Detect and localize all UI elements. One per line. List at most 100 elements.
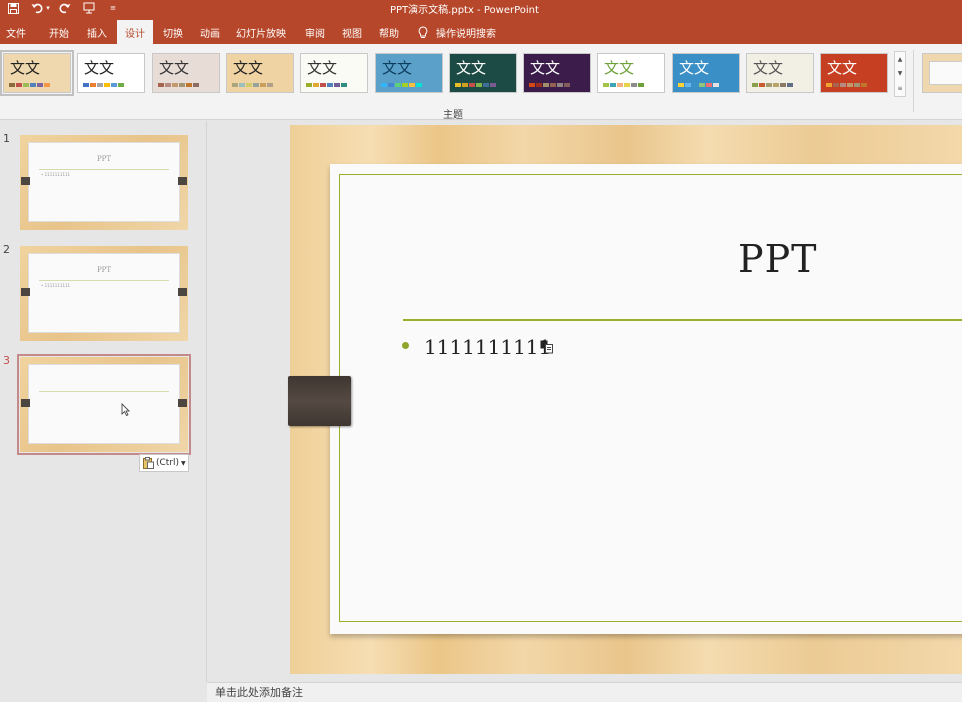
theme-thumbnail-9[interactable]: 文文 (597, 53, 665, 93)
color-swatch (341, 83, 347, 87)
color-swatch (766, 83, 772, 87)
binder-tab (178, 177, 187, 185)
theme-thumbnail-5[interactable]: 文文 (300, 53, 368, 93)
color-swatch (847, 83, 853, 87)
theme-thumbnail-4[interactable]: 文文 (226, 53, 294, 93)
theme-thumbnail-6[interactable]: 文文 (375, 53, 443, 93)
tab-animations[interactable]: 动画 (193, 21, 227, 44)
color-swatch (23, 83, 29, 87)
theme-sample-text: 文文 (307, 59, 338, 77)
color-swatch (193, 83, 199, 87)
theme-thumbnail-1[interactable]: 文文 (0, 50, 74, 96)
slide-thumbnail-1[interactable]: PPT • 1111111111 (20, 135, 188, 230)
theme-thumbnail-12[interactable]: 文文 (820, 53, 888, 93)
theme-sample-text: 文文 (84, 59, 115, 77)
title-bar: ▾ ≡ PPT演示文稿.pptx - PowerPoint (0, 0, 962, 16)
color-swatch (416, 83, 422, 87)
color-swatch (840, 83, 846, 87)
tab-insert[interactable]: 插入 (80, 21, 114, 44)
theme-color-swatches (455, 83, 496, 87)
tell-me-label: 操作说明搜索 (436, 29, 496, 40)
color-swatch (536, 83, 542, 87)
theme-color-swatches (83, 83, 124, 87)
design-ribbon: 文文 文文 文文 文文 文文 文文 文文 文文 文文 文文 文文 文文 ▲ ▼ ≡ 主题 (0, 44, 962, 121)
color-swatch (706, 83, 712, 87)
gallery-more-icon[interactable]: ≡ (897, 85, 902, 92)
theme-thumbnail-2[interactable]: 文文 (77, 53, 145, 93)
color-swatch (260, 83, 266, 87)
tell-me-search[interactable]: 操作说明搜索 (418, 21, 496, 44)
thumbnail-bullet: • 1111111111 (41, 283, 71, 288)
tab-home[interactable]: 开始 (42, 21, 76, 44)
chevron-up-icon[interactable]: ▲ (898, 56, 903, 63)
color-swatch (253, 83, 259, 87)
color-swatch (699, 83, 705, 87)
theme-thumbnail-7[interactable]: 文文 (449, 53, 517, 93)
paste-options-icon[interactable] (540, 340, 554, 354)
themes-group-label: 主题 (443, 110, 463, 121)
variant-thumbnail[interactable] (922, 53, 962, 93)
theme-color-swatches (381, 83, 422, 87)
color-swatch (232, 83, 238, 87)
color-swatch (854, 83, 860, 87)
color-swatch (37, 83, 43, 87)
theme-sample-text: 文文 (679, 59, 710, 77)
theme-sample-text: 文文 (753, 59, 784, 77)
tab-file[interactable]: 文件 (0, 21, 32, 44)
color-swatch (455, 83, 461, 87)
color-swatch (685, 83, 691, 87)
chevron-down-icon[interactable]: ▼ (898, 70, 903, 77)
tab-help[interactable]: 帮助 (372, 21, 406, 44)
color-swatch (773, 83, 779, 87)
color-swatch (30, 83, 36, 87)
slide-canvas[interactable]: PPT 1111111111 (330, 164, 962, 634)
thumbnail-rule (39, 280, 169, 281)
binder-tab (21, 288, 30, 296)
color-swatch (395, 83, 401, 87)
theme-sample-text: 文文 (233, 59, 264, 77)
theme-color-swatches (826, 83, 867, 87)
gallery-scrollbar[interactable]: ▲ ▼ ≡ (894, 51, 906, 97)
theme-sample-text: 文文 (530, 59, 561, 77)
color-swatch (543, 83, 549, 87)
theme-thumbnail-10[interactable]: 文文 (672, 53, 740, 93)
binder-tab (21, 399, 30, 407)
color-swatch (638, 83, 644, 87)
color-swatch (564, 83, 570, 87)
mouse-cursor-icon (121, 403, 130, 416)
color-swatch (550, 83, 556, 87)
slide-bullet-text[interactable]: 1111111111 (424, 335, 551, 359)
color-swatch (388, 83, 394, 87)
slide-thumbnail-3[interactable] (17, 354, 191, 455)
slide-number: 2 (3, 243, 10, 256)
paste-options-button[interactable]: (Ctrl) ▼ (139, 454, 189, 472)
tab-design[interactable]: 设计 (117, 20, 153, 44)
lightbulb-icon (418, 26, 428, 38)
thumbnail-title: PPT (96, 155, 112, 163)
color-swatch (713, 83, 719, 87)
notes-pane[interactable]: 单击此处添加备注 (207, 682, 962, 702)
tab-transitions[interactable]: 切换 (156, 21, 190, 44)
color-swatch (631, 83, 637, 87)
color-swatch (90, 83, 96, 87)
title-divider-line (403, 319, 962, 321)
thumbnail-rule (39, 391, 169, 392)
tab-review[interactable]: 审阅 (298, 21, 332, 44)
chevron-down-icon: ▼ (181, 459, 186, 467)
tab-view[interactable]: 视图 (335, 21, 369, 44)
color-swatch (603, 83, 609, 87)
slide-thumbnail-2[interactable]: PPT • 1111111111 (20, 246, 188, 341)
theme-thumbnail-3[interactable]: 文文 (152, 53, 220, 93)
theme-sample-text: 文文 (159, 59, 190, 77)
slide-title-placeholder[interactable]: PPT (738, 237, 817, 281)
color-swatch (833, 83, 839, 87)
color-swatch (624, 83, 630, 87)
theme-thumbnail-11[interactable]: 文文 (746, 53, 814, 93)
thumbnail-paper: PPT • 1111111111 (28, 142, 180, 222)
thumbnail-rule (39, 169, 169, 170)
color-swatch (267, 83, 273, 87)
tab-slideshow[interactable]: 幻灯片放映 (232, 21, 290, 44)
theme-thumbnail-8[interactable]: 文文 (523, 53, 591, 93)
theme-sample-text: 文文 (456, 59, 487, 77)
color-swatch (780, 83, 786, 87)
